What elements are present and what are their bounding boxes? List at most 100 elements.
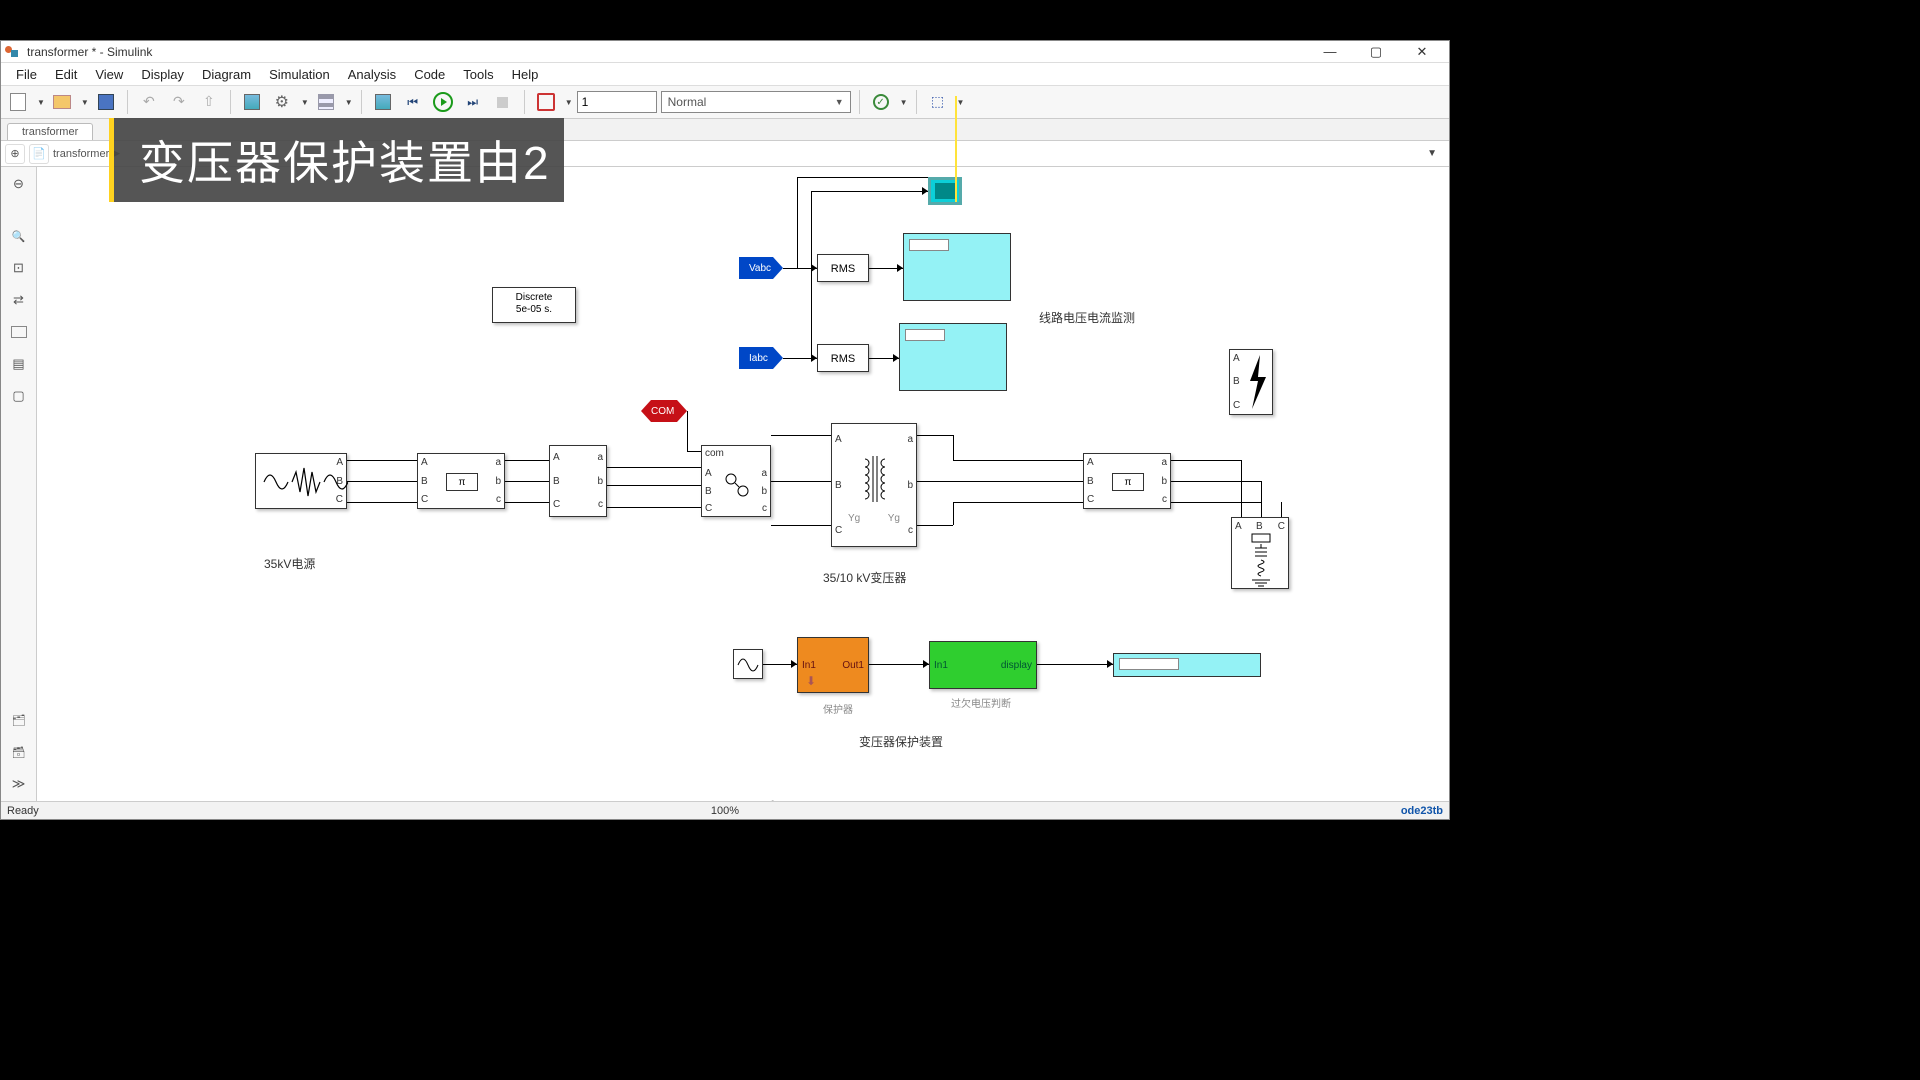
redo-button[interactable] [166, 89, 192, 115]
signal-routing-button[interactable] [8, 289, 30, 311]
display2-block[interactable] [899, 323, 1007, 391]
status-solver[interactable]: ode23tb [1401, 805, 1443, 817]
step-forward-button[interactable] [460, 89, 486, 115]
pi-symbol-icon: π [1112, 473, 1144, 491]
sim-mode-label: Normal [668, 95, 707, 109]
monitor-label: 线路电压电流监测 [1039, 309, 1135, 326]
explorer-dropdown-icon[interactable]: ▼ [1419, 148, 1445, 159]
menu-view[interactable]: View [86, 65, 132, 84]
window-title: transformer * - Simulink [27, 45, 152, 59]
load-symbol-icon [1232, 530, 1290, 588]
display1-block[interactable] [903, 233, 1011, 301]
open-button[interactable] [49, 89, 75, 115]
maximize-button[interactable]: ▢ [1353, 41, 1399, 63]
menu-tools[interactable]: Tools [454, 65, 502, 84]
stop-button[interactable] [490, 89, 516, 115]
expand-sidebar-button[interactable] [8, 773, 30, 795]
display3-block[interactable] [1113, 653, 1261, 677]
hide-explorer-button[interactable] [8, 173, 30, 195]
open-dropdown-icon[interactable]: ▼ [81, 98, 89, 107]
stop-time-input[interactable] [577, 91, 657, 113]
measurement-block[interactable]: com Aa Bb Cc [701, 445, 771, 517]
sine-block[interactable] [733, 649, 763, 679]
image-button[interactable] [8, 353, 30, 375]
model-browser-button[interactable] [8, 709, 30, 731]
close-button[interactable]: ✕ [1399, 41, 1445, 63]
titlebar: transformer * - Simulink — ▢ ✕ [1, 41, 1449, 63]
lightning-icon [1246, 353, 1270, 413]
run-button[interactable] [430, 89, 456, 115]
breaker-block[interactable]: Aa Bb Cc [549, 445, 607, 517]
explorer-dropdown-icon[interactable]: ▼ [345, 98, 353, 107]
menu-simulation[interactable]: Simulation [260, 65, 339, 84]
record-button[interactable] [533, 89, 559, 115]
menubar: File Edit View Display Diagram Simulatio… [1, 63, 1449, 85]
menu-edit[interactable]: Edit [46, 65, 86, 84]
pi-section2-block[interactable]: Aa Bb Cc π [1083, 453, 1171, 509]
menu-analysis[interactable]: Analysis [339, 65, 405, 84]
nav-back-button[interactable]: ⊕ [5, 144, 25, 164]
transformer-coil-icon [855, 454, 895, 514]
record-dropdown-icon[interactable]: ▼ [565, 98, 573, 107]
powergui-block[interactable]: Discrete 5e-05 s. [492, 287, 576, 323]
from-iabc-block[interactable]: Iabc [739, 347, 783, 369]
advisor-dropdown-icon[interactable]: ▼ [900, 98, 908, 107]
transformer-block[interactable]: Aa Bb Cc Yg Yg [831, 423, 917, 547]
annotation-button[interactable] [8, 321, 30, 343]
goto-com-label: COM [651, 406, 674, 417]
fault-block[interactable]: A B C [1229, 349, 1273, 415]
from-vabc-label: Vabc [749, 263, 771, 274]
build-dropdown-icon[interactable]: ▼ [957, 98, 965, 107]
from-iabc-label: Iabc [749, 353, 768, 364]
menu-diagram[interactable]: Diagram [193, 65, 260, 84]
save-button[interactable] [93, 89, 119, 115]
protector-subsystem-block[interactable]: In1 Out1 ⬇ [797, 637, 869, 693]
model-canvas[interactable]: Discrete 5e-05 s. Vabc RMS Iabc RMS 线路电压… [37, 167, 1449, 801]
model-config-button[interactable]: ⚙ [269, 89, 295, 115]
build-button[interactable] [925, 89, 951, 115]
library-browser-button[interactable] [239, 89, 265, 115]
tab-transformer[interactable]: transformer [7, 123, 93, 140]
source-block[interactable]: A B C [255, 453, 347, 509]
breadcrumb-root[interactable]: transformer [53, 148, 109, 160]
restart-button[interactable] [370, 89, 396, 115]
ovp-label: 过欠电压判断 [951, 695, 1011, 710]
step-back-button[interactable] [400, 89, 426, 115]
from-vabc-block[interactable]: Vabc [739, 257, 783, 279]
transformer-label: 35/10 kV变压器 [823, 569, 906, 586]
advisor-check-button[interactable] [868, 89, 894, 115]
pi-section1-block[interactable]: Aa Bb Cc π [417, 453, 505, 509]
menu-display[interactable]: Display [132, 65, 193, 84]
rms2-block[interactable]: RMS [817, 344, 869, 372]
config-dropdown-icon[interactable]: ▼ [301, 98, 309, 107]
undo-button[interactable] [136, 89, 162, 115]
source-label: 35kV电源 [264, 555, 315, 572]
ovp-subsystem-block[interactable]: In1 display [929, 641, 1037, 689]
status-ready: Ready [7, 805, 39, 817]
port-c: C [336, 494, 343, 505]
model-data-button[interactable] [8, 741, 30, 763]
chevron-down-icon: ▼ [835, 97, 844, 107]
new-dropdown-icon[interactable]: ▼ [37, 98, 45, 107]
load-block[interactable]: A B C [1231, 517, 1289, 589]
menu-code[interactable]: Code [405, 65, 454, 84]
model-explorer-button[interactable] [313, 89, 339, 115]
zoom-tool-button[interactable] [8, 225, 30, 247]
port-b: B [336, 476, 343, 487]
minimize-button[interactable]: — [1307, 41, 1353, 63]
status-zoom: 100% [711, 805, 739, 817]
source-waveform-icon [256, 454, 348, 510]
model-icon[interactable]: 📄 [29, 144, 49, 164]
powergui-line2: 5e-05 s. [493, 304, 575, 316]
video-caption-overlay: 变压器保护装置由2 [109, 118, 564, 202]
menu-help[interactable]: Help [503, 65, 548, 84]
goto-com-block[interactable]: COM [641, 400, 687, 422]
nav-up-button[interactable] [196, 89, 222, 115]
fit-view-button[interactable] [8, 257, 30, 279]
rms1-block[interactable]: RMS [817, 254, 869, 282]
menu-file[interactable]: File [7, 65, 46, 84]
new-model-button[interactable] [5, 89, 31, 115]
area-button[interactable] [8, 385, 30, 407]
simulation-mode-select[interactable]: Normal ▼ [661, 91, 851, 113]
simulink-icon [5, 44, 21, 60]
